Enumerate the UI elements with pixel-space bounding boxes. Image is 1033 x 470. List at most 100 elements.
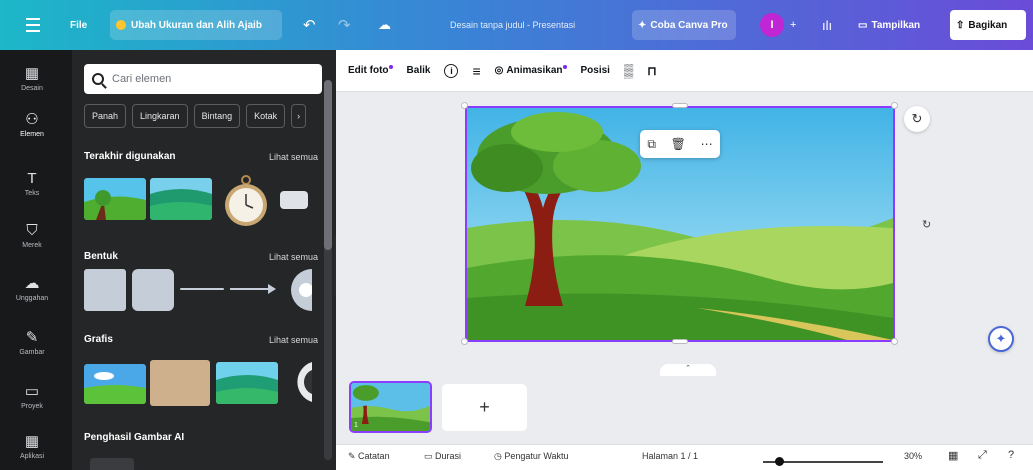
shape-rounded-square[interactable] [132,269,174,311]
recent-landscape-thumb[interactable] [84,178,146,220]
lock-icon[interactable]: ⊓ [647,64,656,78]
delete-icon[interactable]: 🗑 [671,137,686,151]
chip-circle[interactable]: Lingkaran [132,104,188,128]
view-button[interactable]: ▭ Tampilkan [852,10,926,40]
page-thumbnail-1[interactable]: 1 [349,381,432,433]
rail-item-uploads[interactable]: ☁ Unggahan [0,274,64,302]
border-style-icon[interactable]: ≡ [472,63,480,79]
share-button[interactable]: ⇧ Bagikan [950,10,1026,40]
menu-icon[interactable] [26,0,40,50]
shapes-title: Bentuk [84,251,118,262]
shape-line[interactable] [180,288,224,290]
flip-button[interactable]: Balik [407,65,431,76]
rail-item-elements[interactable]: ⚇ Elemen [0,110,64,138]
rail-item-draw[interactable]: ✎ Gambar [0,328,64,356]
resize-handle-top[interactable] [672,103,688,108]
analytics-icon[interactable]: ılı [822,0,832,50]
try-pro-label: Coba Canva Pro [650,19,728,31]
ai-generator-title: Penghasil Gambar AI [84,432,185,443]
page-strip-toggle[interactable]: ⌃ [660,364,716,376]
zoom-slider-knob[interactable] [775,457,784,466]
rail-item-brand[interactable]: ⛉ Merek [0,222,64,249]
recent-title: Terakhir digunakan [84,151,176,162]
chip-arrow[interactable]: Panah [84,104,127,128]
graphic-watch-thumb[interactable] [282,358,312,404]
rail-item-label: Merek [22,242,42,249]
category-chips: Panah Lingkaran Bintang Kotak › [84,104,307,128]
search-input[interactable]: Cari elemen [84,64,322,94]
text-icon: T [27,170,37,187]
recent-pocket-watch-thumb[interactable] [220,172,272,228]
edit-photo-button[interactable]: Edit foto [348,65,393,76]
pocket-watch-image [225,175,267,226]
rail-item-projects[interactable]: ▭ Proyek [0,382,64,410]
redo-icon[interactable]: ↷ [338,0,351,50]
recent-valley-thumb[interactable] [150,178,212,220]
duration-button[interactable]: ▭ Durasi [424,451,461,462]
recent-pill-thumb[interactable] [280,191,308,209]
duplicate-icon[interactable]: ⧉ [647,137,656,152]
share-icon: ⇧ [956,19,965,31]
ai-thumb[interactable] [90,458,134,470]
magic-assistant-icon[interactable]: ✦ [988,326,1014,352]
page-thumbnail-image [351,383,430,431]
resize-handle-bottom[interactable] [672,339,688,344]
resize-handle-tr[interactable] [891,102,898,109]
crown-icon [116,20,126,30]
see-all-recent-link[interactable]: Lihat semua [269,152,318,162]
top-bar: File Ubah Ukuran dan Alih Ajaib ↶ ↷ ☁ De… [0,0,1033,50]
notes-button[interactable]: ✎ Catatan [348,451,390,462]
rail-item-text[interactable]: T Teks [0,170,64,197]
search-placeholder: Cari elemen [112,73,172,85]
file-menu[interactable]: File [64,10,93,40]
undo-icon[interactable]: ↶ [303,0,316,50]
zoom-level[interactable]: 30% [904,451,922,461]
try-pro-button[interactable]: ✦ Coba Canva Pro [632,10,736,40]
resize-handle-bl[interactable] [461,338,468,345]
help-icon[interactable]: ? [1008,449,1014,461]
position-button[interactable]: Posisi [581,65,610,76]
resize-handle-br[interactable] [891,338,898,345]
chip-box[interactable]: Kotak [246,104,286,128]
fullscreen-icon[interactable]: ⤢ [978,449,987,462]
shape-half-circle[interactable] [278,269,313,311]
shape-arrow-line[interactable] [230,283,276,295]
see-all-graphics-link[interactable]: Lihat semua [269,335,318,345]
add-page-button[interactable]: + [442,384,527,431]
resize-button[interactable]: Ubah Ukuran dan Alih Ajaib [110,10,282,40]
add-collaborator-icon[interactable]: + [790,0,796,50]
panel-scrollbar[interactable] [324,80,332,460]
rotate-refresh-icon[interactable]: ↻ [904,106,930,132]
layout-icon: ▦ [24,65,40,82]
more-options-icon[interactable]: ⋯ [701,137,713,151]
graphic-paper-thumb[interactable] [150,360,210,406]
resize-handle-tl[interactable] [461,102,468,109]
shape-square[interactable] [84,269,126,311]
animate-button[interactable]: ◎ Animasikan [495,65,567,76]
context-toolbar: Edit foto Balik i ≡ ◎ Animasikan Posisi ▒… [336,50,1033,92]
chevron-right-icon[interactable]: › [291,104,307,128]
rotate-handle-icon[interactable]: ↻ [922,218,931,231]
document-title[interactable]: Desain tanpa judul - Presentasi [450,0,575,50]
zoom-slider[interactable] [763,457,883,466]
draw-icon: ✎ [25,329,39,346]
green-hills-image [216,362,278,404]
rail-item-apps[interactable]: ▦ Aplikasi [0,432,64,460]
timer-label: Pengatur Waktu [504,451,569,461]
info-icon[interactable]: i [444,63,459,78]
pages-strip [336,378,1033,438]
scrollbar-thumb[interactable] [324,80,332,250]
graphic-hills-thumb[interactable] [216,362,278,404]
grid-view-icon[interactable]: ▦ [948,449,958,462]
transparency-icon[interactable]: ▒ [624,63,633,78]
avatar[interactable]: I [760,13,784,37]
graphic-landscape-thumb[interactable] [84,364,146,404]
animate-icon: ◎ [494,65,504,76]
rail-item-label: Gambar [19,349,45,356]
cloud-save-icon[interactable]: ☁ [378,0,391,50]
rail-item-design[interactable]: ▦ Desain [0,64,64,92]
page-indicator[interactable]: Halaman 1 / 1 [642,451,698,461]
chip-star[interactable]: Bintang [193,104,241,128]
see-all-shapes-link[interactable]: Lihat semua [269,252,318,262]
timer-button[interactable]: ◷ Pengatur Waktu [494,451,569,462]
